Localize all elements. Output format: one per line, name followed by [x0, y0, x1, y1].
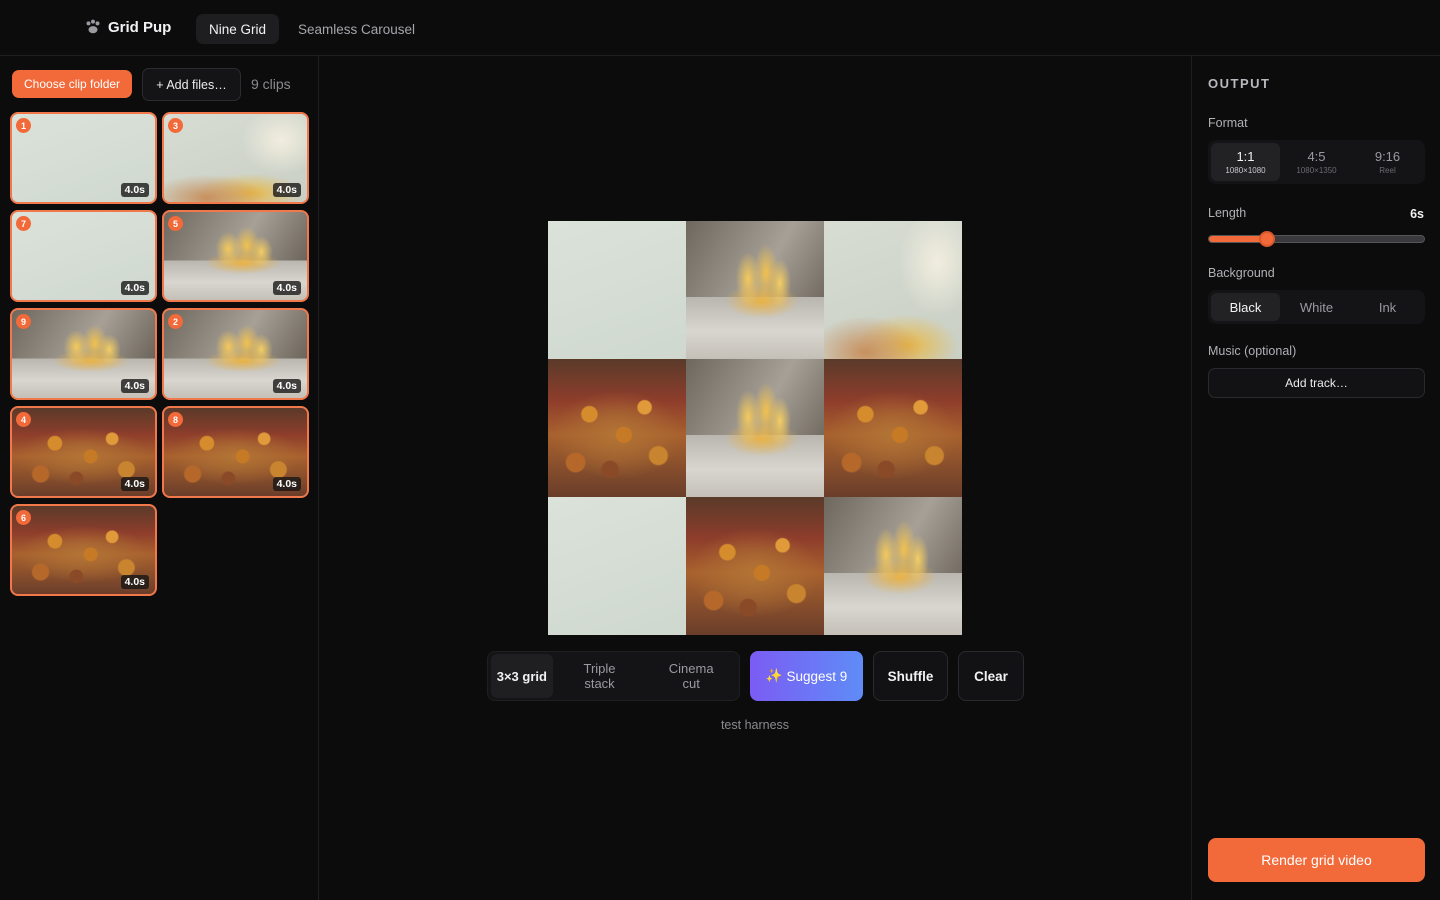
clip-order-badge: 9	[16, 314, 31, 329]
clip-duration: 4.0s	[120, 281, 149, 295]
clip-thumbnail[interactable]: 9 4.0s	[10, 308, 157, 400]
clip-order-badge: 6	[16, 510, 31, 525]
clip-order-badge: 7	[16, 216, 31, 231]
background-option-ink[interactable]: Ink	[1353, 293, 1422, 321]
brand: Grid Pup	[84, 18, 171, 36]
suggest-label: Suggest 9	[786, 668, 848, 684]
layout-option-cinema-cut[interactable]: Cinema cut	[646, 654, 736, 698]
clip-thumbnail[interactable]: 2 4.0s	[162, 308, 309, 400]
tab-seamless-carousel[interactable]: Seamless Carousel	[285, 14, 428, 44]
clip-order-badge: 5	[168, 216, 183, 231]
grid-preview	[548, 221, 962, 635]
background-selector: Black White Ink	[1208, 290, 1425, 324]
background-option-black[interactable]: Black	[1211, 293, 1280, 321]
output-panel: OUTPUT Format 1:1 1080×1080 4:5 1080×135…	[1191, 56, 1440, 900]
harness-label: test harness	[720, 718, 790, 732]
clip-thumbnail[interactable]: 3 4.0s	[162, 112, 309, 204]
clip-thumbnail[interactable]: 6 4.0s	[10, 504, 157, 596]
format-option-4-5[interactable]: 4:5 1080×1350	[1282, 143, 1351, 181]
clip-thumbnail[interactable]: 4 4.0s	[10, 406, 157, 498]
clip-duration: 4.0s	[120, 183, 149, 197]
render-grid-video-button[interactable]: Render grid video	[1208, 838, 1425, 882]
background-label: Background	[1208, 266, 1275, 280]
music-label: Music (optional)	[1208, 344, 1297, 358]
grid-cell[interactable]	[548, 359, 686, 497]
clip-order-badge: 8	[168, 412, 183, 427]
grid-cell[interactable]	[686, 221, 824, 359]
format-ratio: 4:5	[1307, 149, 1326, 164]
output-title: OUTPUT	[1208, 76, 1271, 91]
suggest-button[interactable]: ✨ Suggest 9	[750, 651, 863, 701]
length-label: Length	[1208, 206, 1247, 220]
clear-button[interactable]: Clear	[958, 651, 1024, 701]
format-ratio: 9:16	[1374, 149, 1401, 164]
grid-cell[interactable]	[548, 221, 686, 359]
clip-duration: 4.0s	[272, 281, 301, 295]
format-size: Reel	[1379, 166, 1396, 175]
length-value: 6s	[1410, 207, 1424, 221]
format-option-9-16[interactable]: 9:16 Reel	[1353, 143, 1422, 181]
clips-panel: Choose clip folder + Add files… 9 clips …	[0, 56, 319, 900]
clip-count: 9 clips	[251, 76, 291, 92]
shuffle-button[interactable]: Shuffle	[873, 651, 948, 701]
clip-duration: 4.0s	[120, 575, 149, 589]
clip-order-badge: 1	[16, 118, 31, 133]
grid-cell[interactable]	[824, 497, 962, 635]
clip-duration: 4.0s	[272, 477, 301, 491]
add-track-button[interactable]: Add track…	[1208, 368, 1425, 398]
background-option-white[interactable]: White	[1282, 293, 1351, 321]
clip-order-badge: 3	[168, 118, 183, 133]
grid-cell[interactable]	[686, 359, 824, 497]
clip-order-badge: 2	[168, 314, 183, 329]
clip-thumbnail[interactable]: 1 4.0s	[10, 112, 157, 204]
tab-nine-grid[interactable]: Nine Grid	[196, 14, 280, 44]
clip-thumbnail[interactable]: 5 4.0s	[162, 210, 309, 302]
clip-duration: 4.0s	[120, 477, 149, 491]
layout-option-3x3[interactable]: 3×3 grid	[491, 654, 553, 698]
clip-thumbnail[interactable]: 8 4.0s	[162, 406, 309, 498]
paw-icon	[86, 19, 100, 34]
clip-duration: 4.0s	[272, 379, 301, 393]
format-size: 1080×1350	[1296, 166, 1337, 175]
format-size: 1080×1080	[1225, 166, 1266, 175]
top-bar: Grid Pup Nine Grid Seamless Carousel	[0, 0, 1440, 56]
grid-cell[interactable]	[824, 221, 962, 359]
add-files-button[interactable]: + Add files…	[142, 68, 241, 101]
grid-cell[interactable]	[686, 497, 824, 635]
clip-duration: 4.0s	[272, 183, 301, 197]
format-label: Format	[1208, 116, 1248, 130]
slider-handle[interactable]	[1259, 231, 1276, 247]
clip-order-badge: 4	[16, 412, 31, 427]
choose-clip-folder-button[interactable]: Choose clip folder	[12, 70, 133, 98]
clip-thumbnail[interactable]: 7 4.0s	[10, 210, 157, 302]
format-option-1-1[interactable]: 1:1 1080×1080	[1211, 143, 1280, 181]
sparkles-icon: ✨	[765, 668, 783, 683]
clip-duration: 4.0s	[120, 379, 149, 393]
app-name: Grid Pup	[108, 18, 172, 36]
preview-area: 3×3 grid Triple stack Cinema cut ✨ Sugge…	[320, 56, 1190, 900]
grid-cell[interactable]	[824, 359, 962, 497]
format-ratio: 1:1	[1236, 149, 1255, 164]
layout-selector: 3×3 grid Triple stack Cinema cut	[487, 651, 740, 701]
length-slider[interactable]	[1208, 231, 1425, 247]
grid-cell[interactable]	[548, 497, 686, 635]
layout-option-triple-stack[interactable]: Triple stack	[555, 654, 645, 698]
format-selector: 1:1 1080×1080 4:5 1080×1350 9:16 Reel	[1208, 140, 1425, 184]
